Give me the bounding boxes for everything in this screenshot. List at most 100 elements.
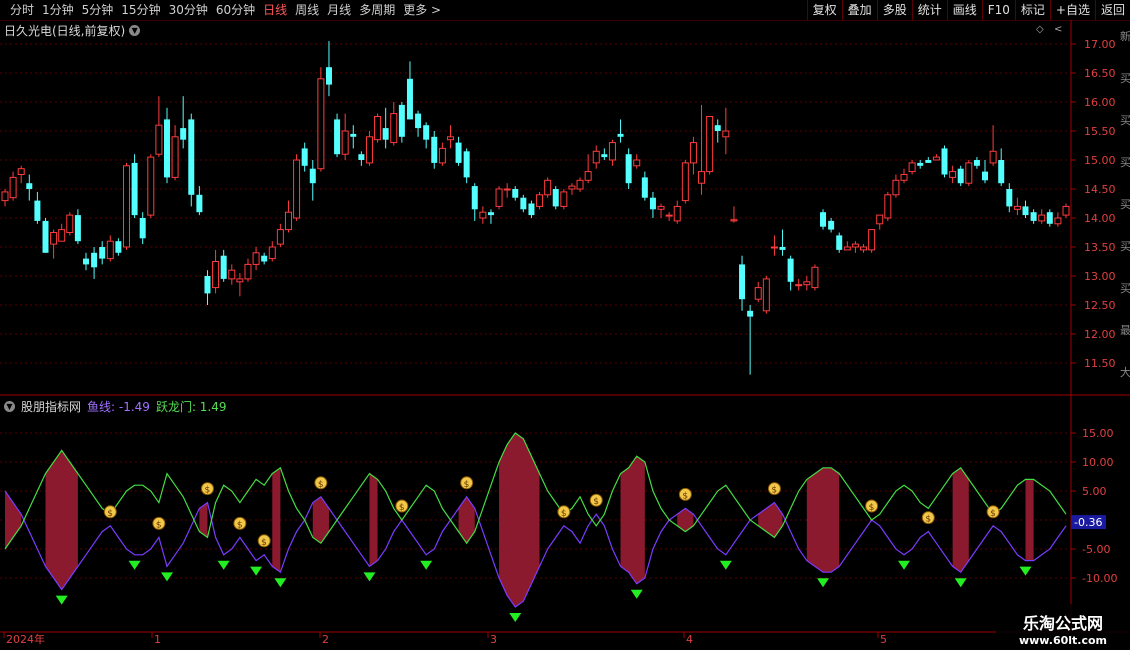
candle-body xyxy=(592,150,600,164)
money-bag-icon xyxy=(589,493,603,507)
period-tab[interactable]: 30分钟 xyxy=(165,2,212,18)
candle-body xyxy=(1030,212,1037,221)
candle-body xyxy=(261,255,268,262)
toolbar-action-button[interactable]: 返回 xyxy=(1094,0,1130,20)
candle-body xyxy=(689,142,697,164)
candle-body xyxy=(982,171,989,181)
candle-body xyxy=(212,261,220,289)
toolbar-action-button[interactable]: F10 xyxy=(981,0,1015,20)
toolbar-action-button[interactable]: +自选 xyxy=(1049,0,1095,20)
candle-body xyxy=(147,156,155,216)
candle-body xyxy=(973,160,980,166)
money-bag-icon xyxy=(233,516,247,530)
indicator-tick-label: 5.00 xyxy=(1082,485,1107,498)
toolbar-action-button[interactable]: 统计 xyxy=(911,0,947,20)
chart-canvas: 17.0016.5016.0015.5015.0014.5014.0013.50… xyxy=(0,20,1130,646)
watermark-url: www.60lt.com xyxy=(1018,634,1108,647)
price-tick-label: 15.00 xyxy=(1084,154,1116,167)
indicator-tick-label: -5.00 xyxy=(1082,543,1110,556)
period-tab[interactable]: 多周期 xyxy=(355,2,399,18)
candle-body xyxy=(657,205,665,210)
candle-body xyxy=(1022,206,1029,216)
candle-body xyxy=(365,136,373,164)
period-tab[interactable]: 5分钟 xyxy=(78,2,118,18)
candle-body xyxy=(892,179,900,196)
candle-body xyxy=(139,218,146,239)
side-strip-char: 买 xyxy=(1120,240,1130,253)
money-bag-symbol: $ xyxy=(771,486,777,496)
candle-body xyxy=(601,154,608,158)
money-bag-icon xyxy=(200,482,214,496)
candle-body xyxy=(309,168,316,184)
toolbar-action-button[interactable]: 标记 xyxy=(1014,0,1050,20)
stock-title-row: 日久光电(日线,前复权) ▼ xyxy=(4,22,141,39)
candle-body xyxy=(949,171,957,178)
period-tab[interactable]: 分时 xyxy=(6,2,38,18)
candle-body xyxy=(66,214,74,234)
signal-down-triangle xyxy=(363,572,376,582)
money-bag-symbol: $ xyxy=(869,503,875,513)
candle-body xyxy=(415,113,422,129)
candle-body xyxy=(276,229,284,245)
toolbar-action-button[interactable]: 画线 xyxy=(946,0,982,20)
candle-body xyxy=(722,130,730,138)
money-bag-icon xyxy=(678,487,692,501)
candle-body xyxy=(131,162,138,216)
indicator-tick-label: -10.00 xyxy=(1082,572,1117,585)
money-bag-icon xyxy=(986,505,1000,519)
indicator-line2-label: 跃龙门: 1.49 xyxy=(155,400,227,414)
candle-body xyxy=(536,194,544,207)
toolbar-action-button[interactable]: 多股 xyxy=(876,0,912,20)
period-tab[interactable]: 月线 xyxy=(323,2,355,18)
indicator-header: ▼ 股朋指标网 鱼线: -1.49 跃龙门: 1.49 xyxy=(4,398,227,415)
candle-body xyxy=(406,78,413,120)
toolbar-action-button[interactable]: 复权 xyxy=(806,0,842,20)
indicator-dropdown-icon[interactable]: ▼ xyxy=(4,401,15,412)
candle-body xyxy=(334,119,341,155)
current-value-marker xyxy=(1071,515,1106,530)
money-bag-icon xyxy=(103,505,117,519)
period-tab[interactable]: 60分钟 xyxy=(212,2,259,18)
candle-body xyxy=(244,263,252,280)
candle-body xyxy=(665,214,673,217)
date-label: 2024年 xyxy=(6,632,45,646)
price-tick-label: 15.50 xyxy=(1084,125,1116,138)
candle-body xyxy=(673,205,681,222)
period-tab[interactable]: 更多 > xyxy=(399,2,445,18)
candle-body xyxy=(390,113,398,144)
candle-body xyxy=(908,162,916,173)
candle-body xyxy=(42,220,49,253)
money-bag-symbol: $ xyxy=(107,509,113,519)
chevron-left-icon[interactable]: < xyxy=(1054,24,1062,35)
candle-body xyxy=(739,264,746,300)
candle-body xyxy=(446,136,454,141)
candle-body xyxy=(487,212,494,216)
candle-body xyxy=(941,148,948,175)
money-bag-icon xyxy=(314,476,328,490)
period-tab[interactable]: 15分钟 xyxy=(117,2,164,18)
candle-body xyxy=(9,176,17,199)
candle-body xyxy=(495,188,503,207)
signal-down-triangle xyxy=(160,572,173,582)
candle-body xyxy=(115,241,122,253)
period-tab[interactable]: 日线 xyxy=(259,2,291,18)
dropdown-icon[interactable]: ▼ xyxy=(129,25,141,36)
money-bag-icon xyxy=(257,534,271,548)
candle-body xyxy=(649,197,656,210)
candle-body xyxy=(714,125,721,131)
price-tick-label: 11.50 xyxy=(1084,357,1116,370)
candle-body xyxy=(1046,212,1053,224)
period-tab[interactable]: 周线 xyxy=(291,2,323,18)
candle-body xyxy=(479,211,487,219)
toolbar-action-button[interactable]: 叠加 xyxy=(841,0,877,20)
price-tick-label: 13.00 xyxy=(1084,270,1116,283)
candle-body xyxy=(228,269,236,280)
diamond-icon[interactable]: ◇ xyxy=(1036,24,1044,35)
candle-body xyxy=(795,284,803,287)
side-strip-char: 买 xyxy=(1120,114,1130,127)
date-label: 5 xyxy=(880,633,887,646)
period-tab[interactable]: 1分钟 xyxy=(38,2,78,18)
candle-body xyxy=(1,191,9,202)
candle-body xyxy=(820,212,827,227)
candle-body xyxy=(74,215,81,242)
